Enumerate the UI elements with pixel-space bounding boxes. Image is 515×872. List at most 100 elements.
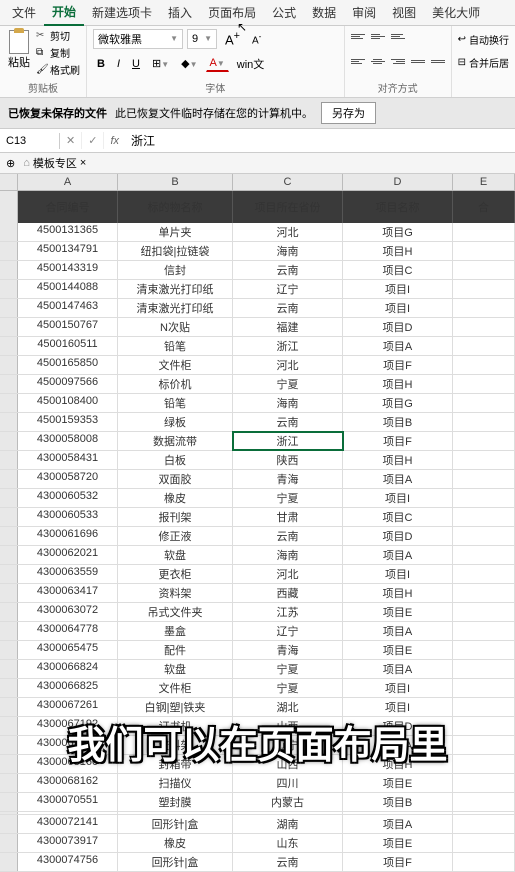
merge-cells-button[interactable]: ⊟合并后居 — [456, 53, 511, 72]
row-number[interactable] — [0, 717, 18, 735]
cell[interactable] — [453, 318, 515, 336]
fx-icon[interactable]: fx — [104, 135, 125, 147]
cell[interactable] — [453, 698, 515, 716]
cell[interactable]: 云南 — [233, 853, 343, 871]
menu-文件[interactable]: 文件 — [4, 0, 44, 25]
row-number[interactable] — [0, 299, 18, 317]
close-icon[interactable]: × — [80, 157, 86, 169]
spreadsheet[interactable]: A B C D E 合同编号 标的物名称 项目所在省份 项目名称 合 45001… — [0, 174, 515, 872]
cell[interactable]: 项目A — [343, 815, 453, 833]
cell[interactable] — [453, 299, 515, 317]
cell[interactable]: 项目B — [343, 793, 453, 811]
cell[interactable] — [453, 834, 515, 852]
row-number[interactable] — [0, 375, 18, 393]
row-number[interactable] — [0, 603, 18, 621]
cell[interactable]: 软盘 — [118, 660, 233, 678]
cell[interactable]: 资料架 — [118, 736, 233, 754]
cell[interactable]: 项目F — [343, 356, 453, 374]
col-header-e[interactable]: E — [453, 174, 515, 190]
cell[interactable] — [453, 603, 515, 621]
row-number[interactable] — [0, 584, 18, 602]
cell[interactable]: 项目F — [343, 432, 453, 450]
indent-decrease-button[interactable] — [409, 53, 427, 69]
menu-数据[interactable]: 数据 — [304, 0, 344, 25]
row-number[interactable] — [0, 337, 18, 355]
row-number[interactable] — [0, 546, 18, 564]
cell[interactable]: 4300063417 — [18, 584, 118, 602]
cell[interactable] — [453, 261, 515, 279]
cell[interactable]: 4300065475 — [18, 641, 118, 659]
align-middle-button[interactable] — [369, 28, 387, 44]
cell[interactable]: 西藏 — [233, 584, 343, 602]
cell[interactable]: 文件柜 — [118, 679, 233, 697]
cut-button[interactable]: ✂剪切 — [36, 28, 80, 43]
cell[interactable]: 云南 — [233, 299, 343, 317]
cell[interactable]: 宁夏 — [233, 660, 343, 678]
cell[interactable]: 4300072141 — [18, 815, 118, 833]
cell[interactable] — [453, 853, 515, 871]
cell[interactable]: 云南 — [233, 527, 343, 545]
cell[interactable] — [18, 812, 118, 814]
cell[interactable]: 4500134791 — [18, 242, 118, 260]
align-top-button[interactable] — [349, 28, 367, 44]
col-header-d[interactable]: D — [343, 174, 453, 190]
cell[interactable]: 4500150767 — [18, 318, 118, 336]
cell[interactable]: 辽宁 — [233, 622, 343, 640]
cell[interactable]: 4300062021 — [18, 546, 118, 564]
cell[interactable]: 纽扣袋|拉链袋 — [118, 242, 233, 260]
cell[interactable]: 湖南 — [233, 815, 343, 833]
cell[interactable]: 4300060532 — [18, 489, 118, 507]
cell[interactable]: 橡皮 — [118, 834, 233, 852]
cell[interactable]: 海南 — [233, 546, 343, 564]
cell[interactable]: 清束激光打印纸 — [118, 280, 233, 298]
cell[interactable]: 封箱带 — [118, 755, 233, 773]
cell[interactable]: 塑封膜 — [118, 793, 233, 811]
cell[interactable]: 4300070551 — [18, 793, 118, 811]
cell[interactable]: 项目I — [343, 299, 453, 317]
row-number[interactable] — [0, 679, 18, 697]
new-sheet-button[interactable]: ⊕ — [6, 157, 15, 170]
italic-button[interactable]: I — [113, 56, 124, 72]
cell[interactable] — [453, 375, 515, 393]
row-number[interactable] — [0, 774, 18, 792]
cell[interactable]: 浙江 — [233, 432, 343, 450]
cell[interactable]: 海南 — [233, 242, 343, 260]
cell[interactable]: 白钢|塑|铁夹 — [118, 698, 233, 716]
cell[interactable]: 4300073917 — [18, 834, 118, 852]
row-number[interactable] — [0, 413, 18, 431]
cell[interactable]: 青海 — [233, 470, 343, 488]
menu-审阅[interactable]: 审阅 — [344, 0, 384, 25]
cell[interactable]: 海南 — [233, 394, 343, 412]
cell[interactable] — [453, 679, 515, 697]
cell[interactable]: 项目H — [343, 584, 453, 602]
row-number[interactable] — [0, 451, 18, 469]
row-number[interactable] — [0, 736, 18, 754]
cell[interactable]: 信封 — [118, 261, 233, 279]
cell[interactable]: 河北 — [233, 565, 343, 583]
cancel-fx-button[interactable]: ✕ — [60, 132, 82, 149]
cell[interactable]: 宁夏 — [233, 375, 343, 393]
cell[interactable]: 4500144088 — [18, 280, 118, 298]
cell[interactable]: 更衣柜 — [118, 565, 233, 583]
cell[interactable]: 项目G — [343, 223, 453, 241]
cell[interactable]: 回形针|盒 — [118, 853, 233, 871]
formula-input[interactable]: 浙江 — [125, 130, 515, 151]
cell[interactable]: 河北 — [233, 356, 343, 374]
cell[interactable]: 项目A — [343, 470, 453, 488]
cell[interactable]: 项目A — [343, 660, 453, 678]
decrease-font-button[interactable]: A- — [248, 29, 265, 48]
cell[interactable]: 4300058720 — [18, 470, 118, 488]
cell[interactable]: 项目I — [343, 280, 453, 298]
cell[interactable]: 项目A — [343, 736, 453, 754]
cell[interactable]: 报刊架 — [118, 508, 233, 526]
indent-increase-button[interactable] — [429, 53, 447, 69]
cell[interactable]: N次贴 — [118, 318, 233, 336]
row-number[interactable] — [0, 280, 18, 298]
cell[interactable]: 4500097566 — [18, 375, 118, 393]
col-header-a[interactable]: A — [18, 174, 118, 190]
row-number[interactable] — [0, 318, 18, 336]
cell[interactable]: 项目B — [343, 413, 453, 431]
cell[interactable] — [453, 527, 515, 545]
cell[interactable]: 回形针|盒 — [118, 815, 233, 833]
cell[interactable] — [453, 432, 515, 450]
